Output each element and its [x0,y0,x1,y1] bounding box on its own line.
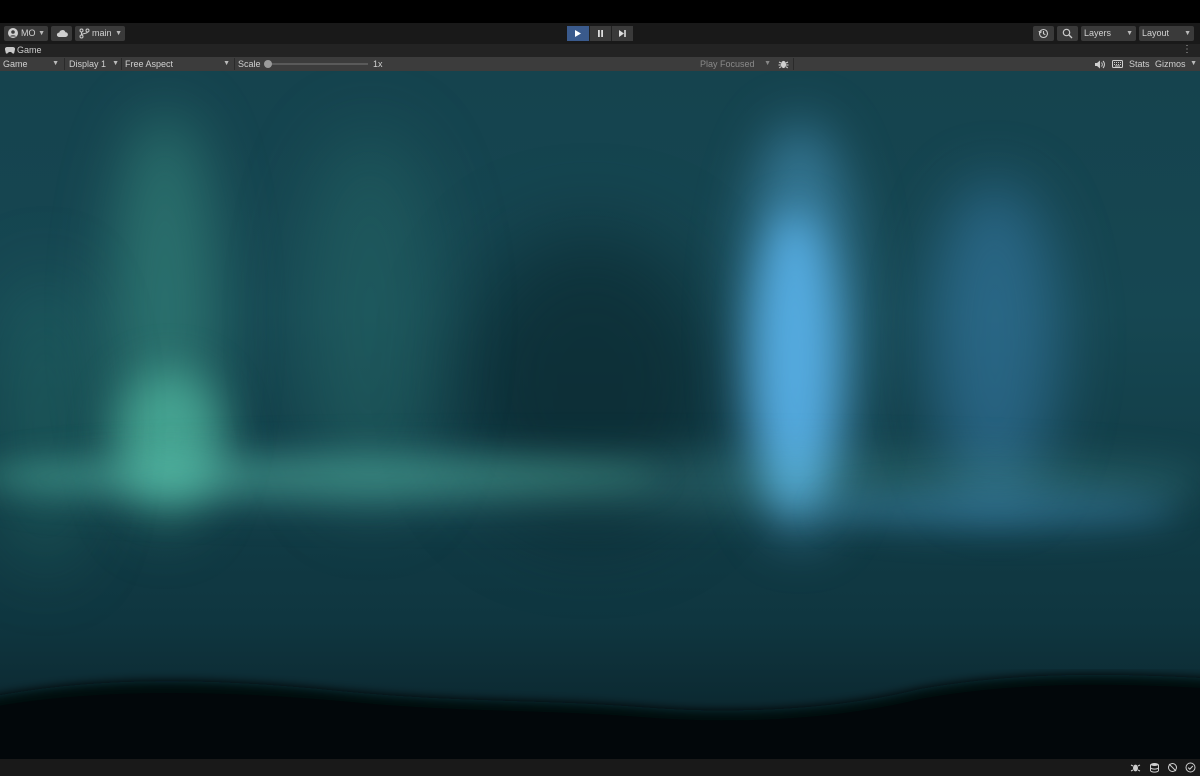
ground-silhouette [0,674,1200,759]
status-bar [0,759,1200,776]
account-button[interactable]: MO ▼ [4,26,48,41]
play-icon [575,30,581,37]
step-button[interactable] [611,26,633,41]
scale-value: 1x [373,59,383,69]
play-focused-label: Play Focused [700,59,755,69]
divider [64,58,65,70]
pause-button[interactable] [589,26,611,41]
main-toolbar: MO ▼ main ▼ Layers ▼ Layout ▼ [0,23,1200,44]
audio-icon[interactable] [1094,60,1105,69]
game-view-controls: Game ▼ Display 1 ▼ Free Aspect ▼ Scale 1… [0,57,1200,71]
play-controls [567,26,633,41]
chevron-down-icon: ▼ [764,60,771,67]
branch-icon [79,28,90,39]
history-icon [1038,28,1049,39]
aspect-label: Free Aspect [125,59,174,69]
play-button[interactable] [567,26,589,41]
window-title-bar [0,0,1200,23]
display-dropdown[interactable]: Display 1 ▼ [69,57,121,71]
chevron-down-icon: ▼ [1126,30,1133,37]
layers-dropdown[interactable]: Layers ▼ [1081,26,1136,41]
chevron-down-icon: ▼ [1184,30,1191,37]
branch-button[interactable]: main ▼ [75,26,125,41]
scale-label: Scale [238,59,261,69]
cloud-icon [56,30,68,37]
scale-slider-handle[interactable] [264,60,272,68]
chevron-down-icon: ▼ [115,30,122,37]
auto-refresh-icon[interactable] [1167,762,1178,773]
chevron-down-icon: ▼ [1190,60,1197,67]
view-mode-dropdown[interactable]: Game ▼ [3,57,61,71]
cache-server-icon[interactable] [1149,762,1160,773]
aurora-curtain [0,271,90,571]
gamepad-icon [5,46,15,54]
pause-icon [598,30,603,37]
chevron-down-icon: ▼ [223,60,230,67]
account-icon [8,28,18,38]
chevron-down-icon: ▼ [38,30,45,37]
branch-label: main [92,28,112,38]
step-icon [619,30,626,37]
gizmos-label: Gizmos [1155,59,1186,69]
more-options-icon[interactable]: ⋮ [1182,44,1192,56]
game-tab[interactable]: Game [17,45,42,55]
bug-icon[interactable] [778,59,789,69]
search-button[interactable] [1057,26,1078,41]
game-viewport[interactable] [0,71,1200,759]
scale-slider-track[interactable] [268,63,368,65]
chevron-down-icon: ▼ [52,60,59,67]
check-circle-icon[interactable] [1185,762,1196,773]
undo-history-button[interactable] [1033,26,1054,41]
play-focused-dropdown[interactable]: Play Focused ▼ [700,57,773,71]
search-icon [1062,28,1073,39]
aspect-dropdown[interactable]: Free Aspect ▼ [125,57,232,71]
gizmos-dropdown[interactable]: Gizmos ▼ [1155,57,1199,71]
keyboard-icon[interactable] [1112,60,1123,68]
game-tab-bar: Game ⋮ [0,44,1200,57]
layout-label: Layout [1142,28,1170,38]
aurora-horizon-glow [820,491,1180,531]
layers-label: Layers [1084,28,1112,38]
divider [793,58,794,70]
stats-toggle[interactable]: Stats [1129,57,1150,71]
display-label: Display 1 [69,59,107,69]
divider [121,58,122,70]
chevron-down-icon: ▼ [112,60,119,67]
debug-icon[interactable] [1130,762,1141,773]
account-label: MO [21,28,36,38]
view-mode-label: Game [3,59,28,69]
layout-dropdown[interactable]: Layout ▼ [1139,26,1194,41]
cloud-button[interactable] [51,26,72,41]
divider [234,58,235,70]
